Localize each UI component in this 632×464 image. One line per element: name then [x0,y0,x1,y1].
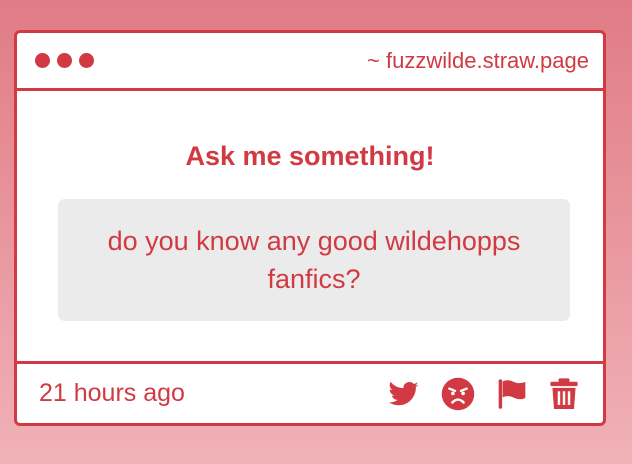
ask-heading: Ask me something! [185,141,435,171]
timestamp: 21 hours ago [39,379,185,407]
window-titlebar: ~ fuzzwilde.straw.page [17,33,603,91]
question-card: ~ fuzzwilde.straw.page Ask me something!… [14,30,606,426]
window-dot-minimize[interactable] [57,53,72,68]
window-controls [35,53,94,68]
window-dot-maximize[interactable] [79,53,94,68]
question-text: do you know any good wildehopps fanfics? [107,226,521,294]
question-box: do you know any good wildehopps fanfics? [58,199,570,321]
card-footer: 21 hours ago [17,361,603,423]
site-address: ~ fuzzwilde.straw.page [367,47,589,73]
twitter-icon[interactable] [387,379,421,409]
window-dot-close[interactable] [35,53,50,68]
trash-icon[interactable] [549,377,579,411]
action-icons [387,377,579,411]
angry-face-icon[interactable] [441,377,475,411]
flag-icon[interactable] [495,378,529,410]
question-content: Ask me something! do you know any good w… [17,91,603,361]
